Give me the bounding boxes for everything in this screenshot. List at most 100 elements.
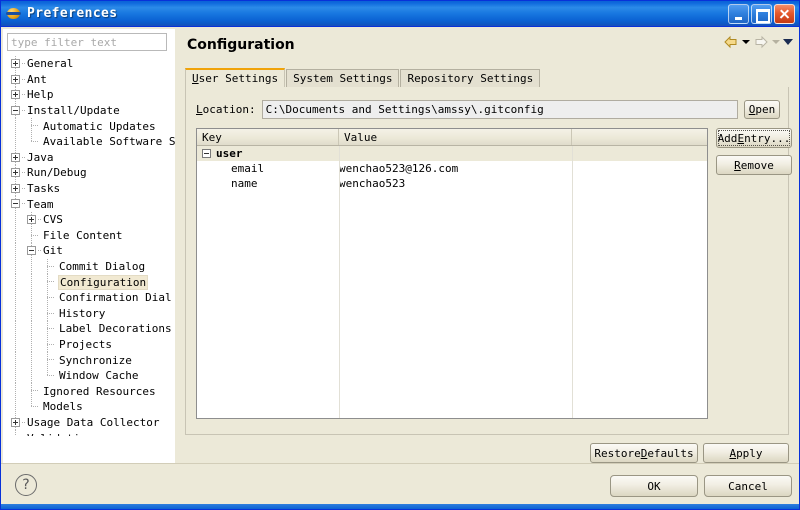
sidebar-item-commit-dialog[interactable]: Commit Dialog [3, 258, 175, 275]
sidebar-item-label-decorations[interactable]: Label Decorations [3, 321, 175, 337]
table-cell-key: user [197, 146, 339, 161]
filter-input[interactable]: type filter text [7, 33, 167, 51]
table-group-row[interactable]: user [197, 146, 707, 161]
help-icon[interactable]: ? [15, 474, 37, 496]
tree-expand-icon[interactable] [11, 152, 20, 162]
window-title: Preferences [27, 6, 118, 21]
sidebar-item-general[interactable]: General [3, 56, 175, 72]
remove-button[interactable]: Remove [716, 155, 792, 175]
sidebar-item-ignored-resources[interactable]: Ignored Resources [3, 383, 175, 400]
table-column-separator [339, 146, 340, 418]
tab-label: System Settings [293, 72, 393, 85]
close-button[interactable] [774, 3, 795, 24]
column-header-extra[interactable] [572, 129, 707, 145]
tree-guide-line [31, 367, 32, 384]
tree-guide-line [47, 265, 55, 267]
sidebar-item-cvs[interactable]: CVS [3, 211, 175, 228]
column-header-key[interactable]: Key [197, 129, 339, 145]
title-bar: Preferences [1, 1, 799, 27]
table-cell-value [339, 146, 572, 161]
add-entry-prefix: Add [717, 131, 738, 145]
preference-tree[interactable]: General Ant Help Install/Update Automatic Up… [3, 56, 175, 436]
sidebar-item-synchronize[interactable]: Synchronize [3, 352, 175, 368]
tree-collapse-icon[interactable] [27, 246, 36, 256]
location-label-mnemonic: L [196, 103, 203, 116]
table-cell-key: email [231, 162, 265, 175]
table-cell-extra [572, 176, 707, 191]
minimize-button[interactable] [728, 3, 749, 24]
sidebar-item-projects[interactable]: Projects [3, 336, 175, 353]
tree-expand-icon[interactable] [11, 183, 20, 193]
cancel-button[interactable]: Cancel [704, 475, 792, 497]
user-settings-tab-panel: Location: C:\Documents and Settings\amss… [185, 87, 792, 435]
tree-expand-icon[interactable] [11, 90, 20, 100]
tab-system-settings[interactable]: System Settings [286, 69, 400, 87]
apply-button[interactable]: Apply [703, 443, 789, 463]
sidebar-item-file-content[interactable]: File Content [3, 227, 175, 244]
sidebar-item-help[interactable]: Help [3, 87, 175, 103]
tree-expand-icon[interactable] [11, 168, 20, 178]
sidebar-item-label: Team [27, 197, 54, 211]
open-button-label: pen [755, 103, 776, 116]
tree-expand-icon[interactable] [11, 59, 20, 68]
sidebar-item-available-software-si[interactable]: Available Software Si [3, 133, 175, 150]
tab-label: Repository Settings [407, 72, 534, 85]
tree-guide-line [31, 305, 32, 322]
table-group-label: user [216, 147, 243, 160]
sidebar-item-team[interactable]: Team [3, 196, 175, 212]
sidebar-item-run-debug[interactable]: Run/Debug [3, 165, 175, 181]
sidebar-item-confirmation-dial[interactable]: Confirmation Dial [3, 289, 175, 306]
view-menu-caret-icon[interactable] [783, 39, 793, 45]
sidebar-item-tasks[interactable]: Tasks [3, 180, 175, 197]
table-row[interactable]: email wenchao523@126.com [197, 161, 707, 176]
sidebar-item-label: Synchronize [59, 353, 132, 367]
sidebar-item-label: History [59, 306, 106, 320]
preferences-dialog: Preferences type filter text General Ant H… [0, 0, 800, 510]
tree-guide-line [47, 296, 55, 298]
tree-guide-line [22, 203, 26, 205]
tree-guide-line [47, 328, 55, 330]
tree-collapse-icon[interactable] [11, 105, 20, 115]
eclipse-globe-icon [6, 6, 22, 22]
sidebar-item-models[interactable]: Models [3, 399, 175, 415]
tree-expand-icon[interactable] [27, 214, 36, 224]
add-entry-button[interactable]: Add Entry... [716, 128, 792, 148]
back-dropdown-caret-icon[interactable] [742, 40, 750, 44]
window-controls [728, 3, 795, 24]
open-button[interactable]: Open [744, 100, 780, 119]
table-cell-extra [572, 146, 707, 161]
sidebar-item-label: Run/Debug [27, 166, 87, 180]
sidebar-item-automatic-updates[interactable]: Automatic Updates [3, 118, 175, 134]
sidebar-item-ant[interactable]: Ant [3, 71, 175, 88]
table-action-buttons: Add Entry... Remove [716, 128, 792, 175]
tree-guide-line [15, 321, 16, 337]
sidebar-item-history[interactable]: History [3, 305, 175, 322]
forward-dropdown-caret-icon [772, 40, 780, 44]
sidebar-item-label: Usage Data Collector [27, 415, 160, 429]
ok-button[interactable]: OK [610, 475, 698, 497]
sidebar-item-window-cache[interactable]: Window Cache [3, 367, 175, 384]
dialog-body: type filter text General Ant Help Install/U… [1, 27, 799, 509]
location-input[interactable]: C:\Documents and Settings\amssy\.gitconf… [261, 100, 738, 119]
sidebar-item-validation[interactable]: Validation [3, 430, 175, 436]
sidebar-item-label: Commit Dialog [59, 260, 146, 274]
tree-expand-icon[interactable] [11, 417, 20, 427]
maximize-button[interactable] [751, 3, 772, 24]
sidebar-item-usage-data-collector[interactable]: Usage Data Collector [3, 414, 175, 431]
tree-expand-icon[interactable] [11, 74, 20, 84]
sidebar-item-configuration[interactable]: Configuration [3, 274, 175, 290]
table-collapse-icon[interactable] [202, 149, 211, 158]
restore-defaults-button[interactable]: Restore Defaults [590, 443, 698, 463]
back-arrow-icon[interactable] [723, 35, 739, 49]
sidebar-item-git[interactable]: Git [3, 243, 175, 259]
tree-guide-line [31, 234, 39, 236]
table-row[interactable]: name wenchao523 [197, 176, 707, 191]
column-header-value[interactable]: Value [339, 129, 572, 145]
tree-collapse-icon[interactable] [11, 199, 20, 209]
sidebar-item-install-update[interactable]: Install/Update [3, 102, 175, 119]
sidebar-item-java[interactable]: Java [3, 149, 175, 166]
tab-repository-settings[interactable]: Repository Settings [400, 69, 541, 87]
tab-user-settings[interactable]: User Settings [185, 68, 286, 87]
config-table[interactable]: Key Value user email wenchao523@126.com nam… [196, 128, 708, 419]
sidebar-item-label: Ignored Resources [43, 384, 156, 398]
